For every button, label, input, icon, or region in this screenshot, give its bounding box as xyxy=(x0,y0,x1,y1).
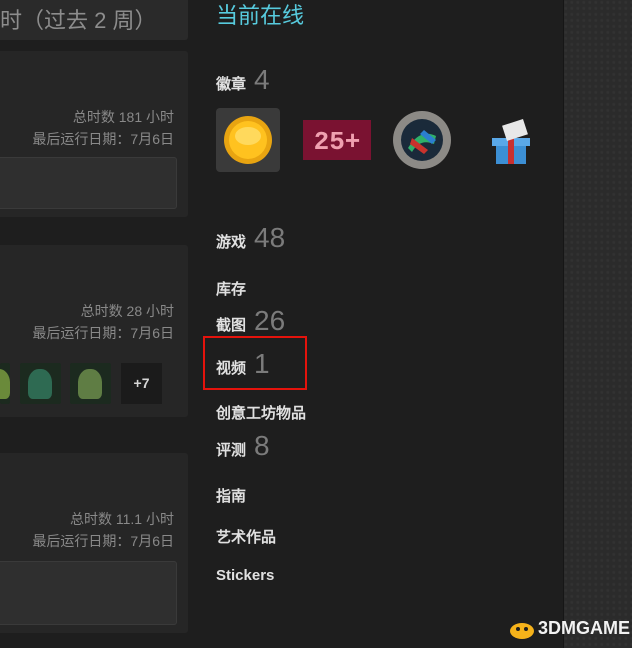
achievement-progress-bar[interactable] xyxy=(0,561,177,625)
achievement-icon[interactable] xyxy=(70,363,111,404)
nav-item-inventory[interactable]: 库存 xyxy=(216,278,246,299)
nav-item-stickers[interactable]: Stickers xyxy=(216,567,274,585)
nav-label: 库存 xyxy=(216,281,247,298)
nav-item-artwork[interactable]: 艺术作品 xyxy=(216,526,276,547)
nav-label: 创意工坊物品 xyxy=(216,405,307,422)
nav-label: 指南 xyxy=(216,488,247,505)
badges-link[interactable]: 徽章 4 xyxy=(216,64,270,96)
nav-label: 艺术作品 xyxy=(216,529,277,546)
total-hours: 总时数 181 小时 xyxy=(72,109,174,125)
total-hours: 总时数 28 小时 xyxy=(80,303,174,319)
nav-count: 48 xyxy=(254,222,286,253)
game-card[interactable]: 总时数 181 小时 最后运行日期：7月6日 xyxy=(0,51,188,217)
nav-item-games[interactable]: 游戏 48 xyxy=(216,222,285,254)
game-card[interactable]: 总时数 11.1 小时 最后运行日期：7月6日 xyxy=(0,453,188,633)
nav-item-guides[interactable]: 指南 xyxy=(216,485,246,506)
recent-activity-title: 时（过去 2 周） xyxy=(0,8,157,33)
nav-item-reviews[interactable]: 评测 8 xyxy=(216,430,270,462)
last-played: 最后运行日期：7月6日 xyxy=(32,325,174,341)
site-watermark: 3DMGAME xyxy=(508,618,630,640)
nav-label: 评测 xyxy=(216,442,247,459)
total-hours: 总时数 11.1 小时 xyxy=(70,511,174,527)
watermark-logo-icon xyxy=(510,623,534,640)
recent-activity-header: 时（过去 2 周） xyxy=(0,0,188,40)
nav-count: 26 xyxy=(254,305,286,336)
nav-label: 截图 xyxy=(216,317,247,334)
25-plus-badge-icon[interactable]: 25+ xyxy=(303,108,371,172)
badges-label: 徽章 xyxy=(216,76,247,93)
achievement-icon[interactable] xyxy=(0,363,10,404)
nav-count: 8 xyxy=(254,430,270,461)
coin-badge-icon[interactable] xyxy=(216,108,280,172)
achievement-progress-bar[interactable] xyxy=(0,157,177,209)
svg-text:25+: 25+ xyxy=(314,127,361,157)
right-rail xyxy=(563,0,632,648)
nav-label: Stickers xyxy=(216,567,275,584)
nav-item-screenshots[interactable]: 截图 26 xyxy=(216,305,285,337)
achievement-icon[interactable] xyxy=(20,363,61,404)
last-played: 最后运行日期：7月6日 xyxy=(32,533,174,549)
last-played: 最后运行日期：7月6日 xyxy=(32,131,174,147)
porthole-badge-icon[interactable] xyxy=(390,108,454,172)
gift-mail-badge-icon[interactable] xyxy=(480,108,544,172)
nav-item-workshop[interactable]: 创意工坊物品 xyxy=(216,402,306,423)
online-status: 当前在线 xyxy=(216,3,305,28)
badges-count: 4 xyxy=(254,64,270,95)
videos-highlight-box xyxy=(203,336,307,390)
more-achievements-button[interactable]: +7 xyxy=(121,363,162,404)
nav-label: 游戏 xyxy=(216,234,247,251)
watermark-text: 3DMGAME xyxy=(538,618,631,638)
